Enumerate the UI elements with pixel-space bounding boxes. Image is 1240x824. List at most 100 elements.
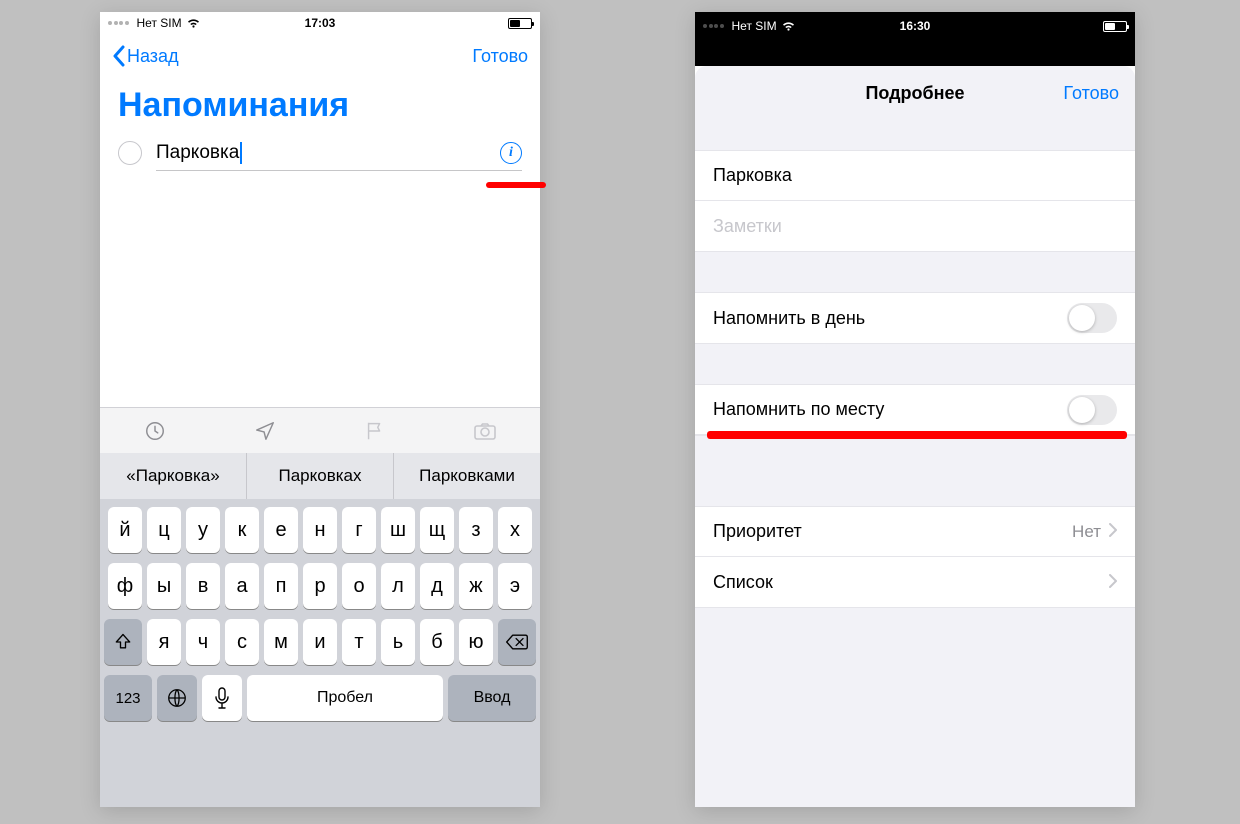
key[interactable]: п (264, 563, 298, 609)
status-right (335, 18, 532, 29)
notes-field[interactable]: Заметки (695, 201, 1135, 251)
key[interactable]: и (303, 619, 337, 665)
reminder-text-input[interactable]: Парковка (156, 142, 500, 164)
wifi-icon (186, 18, 201, 29)
nav-bar: Назад Готово (100, 34, 540, 78)
sheet-done-button[interactable]: Готово (1063, 83, 1119, 104)
info-button[interactable]: i (500, 142, 522, 164)
priority-value: Нет (1072, 522, 1101, 542)
quick-action-bar (100, 407, 540, 453)
wifi-icon (781, 21, 796, 32)
group-gap (695, 436, 1135, 506)
keyboard-row-3: я ч с м и т ь б ю (104, 619, 536, 665)
reminder-text-value: Парковка (156, 142, 239, 164)
flag-icon[interactable] (320, 420, 430, 442)
key[interactable]: э (498, 563, 532, 609)
key[interactable]: ю (459, 619, 493, 665)
remind-day-group: Напомнить в день (695, 292, 1135, 344)
key[interactable]: ж (459, 563, 493, 609)
key[interactable]: г (342, 507, 376, 553)
annotation-underline-location (707, 431, 1127, 439)
list-label: Список (713, 572, 773, 593)
key[interactable]: я (147, 619, 181, 665)
done-button[interactable]: Готово (472, 46, 528, 67)
sheet-title: Подробнее (865, 83, 964, 104)
key[interactable]: з (459, 507, 493, 553)
signal-dots-icon (108, 21, 129, 25)
group-gap (695, 252, 1135, 292)
mic-icon (215, 687, 229, 709)
annotation-underline-info (486, 182, 546, 188)
camera-icon[interactable] (430, 421, 540, 441)
key[interactable]: ч (186, 619, 220, 665)
key[interactable]: щ (420, 507, 454, 553)
key[interactable]: б (420, 619, 454, 665)
reminder-checkbox[interactable] (118, 141, 142, 165)
space-key[interactable]: Пробел (247, 675, 443, 721)
keyboard-row-2: ф ы в а п р о л д ж э (104, 563, 536, 609)
key[interactable]: с (225, 619, 259, 665)
key[interactable]: р (303, 563, 337, 609)
clock-icon[interactable] (100, 420, 210, 442)
reminder-row[interactable]: Парковка i (100, 135, 540, 171)
priority-list-group: Приоритет Нет Список (695, 506, 1135, 608)
list-row[interactable]: Список (695, 557, 1135, 607)
remind-location-label: Напомнить по месту (713, 399, 884, 420)
phone-reminders: Нет SIM 17:03 Назад Готово Напоминания П… (100, 12, 540, 807)
key[interactable]: м (264, 619, 298, 665)
keyboard-row-1: й ц у к е н г ш щ з х (104, 507, 536, 553)
title-notes-group: Парковка Заметки (695, 150, 1135, 252)
status-left: Нет SIM (108, 16, 305, 30)
remind-location-row[interactable]: Напомнить по месту (695, 385, 1135, 435)
key[interactable]: л (381, 563, 415, 609)
globe-key[interactable] (157, 675, 197, 721)
backspace-key[interactable] (498, 619, 536, 665)
key[interactable]: к (225, 507, 259, 553)
key[interactable]: ф (108, 563, 142, 609)
key[interactable]: ц (147, 507, 181, 553)
battery-icon (1103, 21, 1127, 32)
key[interactable]: х (498, 507, 532, 553)
suggestion-2[interactable]: Парковках (247, 453, 394, 499)
status-bar: Нет SIM 17:03 (100, 12, 540, 34)
key[interactable]: ы (147, 563, 181, 609)
numbers-key[interactable]: 123 (104, 675, 152, 721)
suggestion-1[interactable]: «Парковка» (100, 453, 247, 499)
chevron-right-icon (1109, 572, 1117, 593)
chevron-left-icon (112, 45, 125, 67)
keyboard: й ц у к е н г ш щ з х ф ы в а п р о л д … (100, 499, 540, 807)
key[interactable]: у (186, 507, 220, 553)
remind-day-row[interactable]: Напомнить в день (695, 293, 1135, 343)
shift-key[interactable] (104, 619, 142, 665)
title-field[interactable]: Парковка (695, 151, 1135, 201)
remind-location-switch[interactable] (1067, 395, 1117, 425)
keyboard-row-4: 123 Пробел Ввод (104, 675, 536, 721)
key[interactable]: о (342, 563, 376, 609)
key[interactable]: й (108, 507, 142, 553)
priority-row[interactable]: Приоритет Нет (695, 507, 1135, 557)
key[interactable]: а (225, 563, 259, 609)
status-left: Нет SIM (703, 19, 900, 33)
back-label: Назад (127, 46, 179, 67)
key[interactable]: д (420, 563, 454, 609)
backspace-icon (505, 633, 529, 651)
sheet-nav: Подробнее Готово (695, 66, 1135, 120)
priority-label: Приоритет (713, 521, 802, 542)
key[interactable]: в (186, 563, 220, 609)
key[interactable]: н (303, 507, 337, 553)
chevron-right-icon (1109, 521, 1117, 542)
title-value: Парковка (713, 165, 792, 186)
location-icon[interactable] (210, 420, 320, 442)
key[interactable]: т (342, 619, 376, 665)
page-title: Напоминания (100, 78, 540, 135)
mic-key[interactable] (202, 675, 242, 721)
suggestion-3[interactable]: Парковками (394, 453, 540, 499)
status-bar: Нет SIM 16:30 (695, 12, 1135, 40)
back-button[interactable]: Назад (112, 45, 179, 67)
key[interactable]: е (264, 507, 298, 553)
status-right (930, 21, 1127, 32)
key[interactable]: ь (381, 619, 415, 665)
remind-day-switch[interactable] (1067, 303, 1117, 333)
key[interactable]: ш (381, 507, 415, 553)
return-key[interactable]: Ввод (448, 675, 536, 721)
